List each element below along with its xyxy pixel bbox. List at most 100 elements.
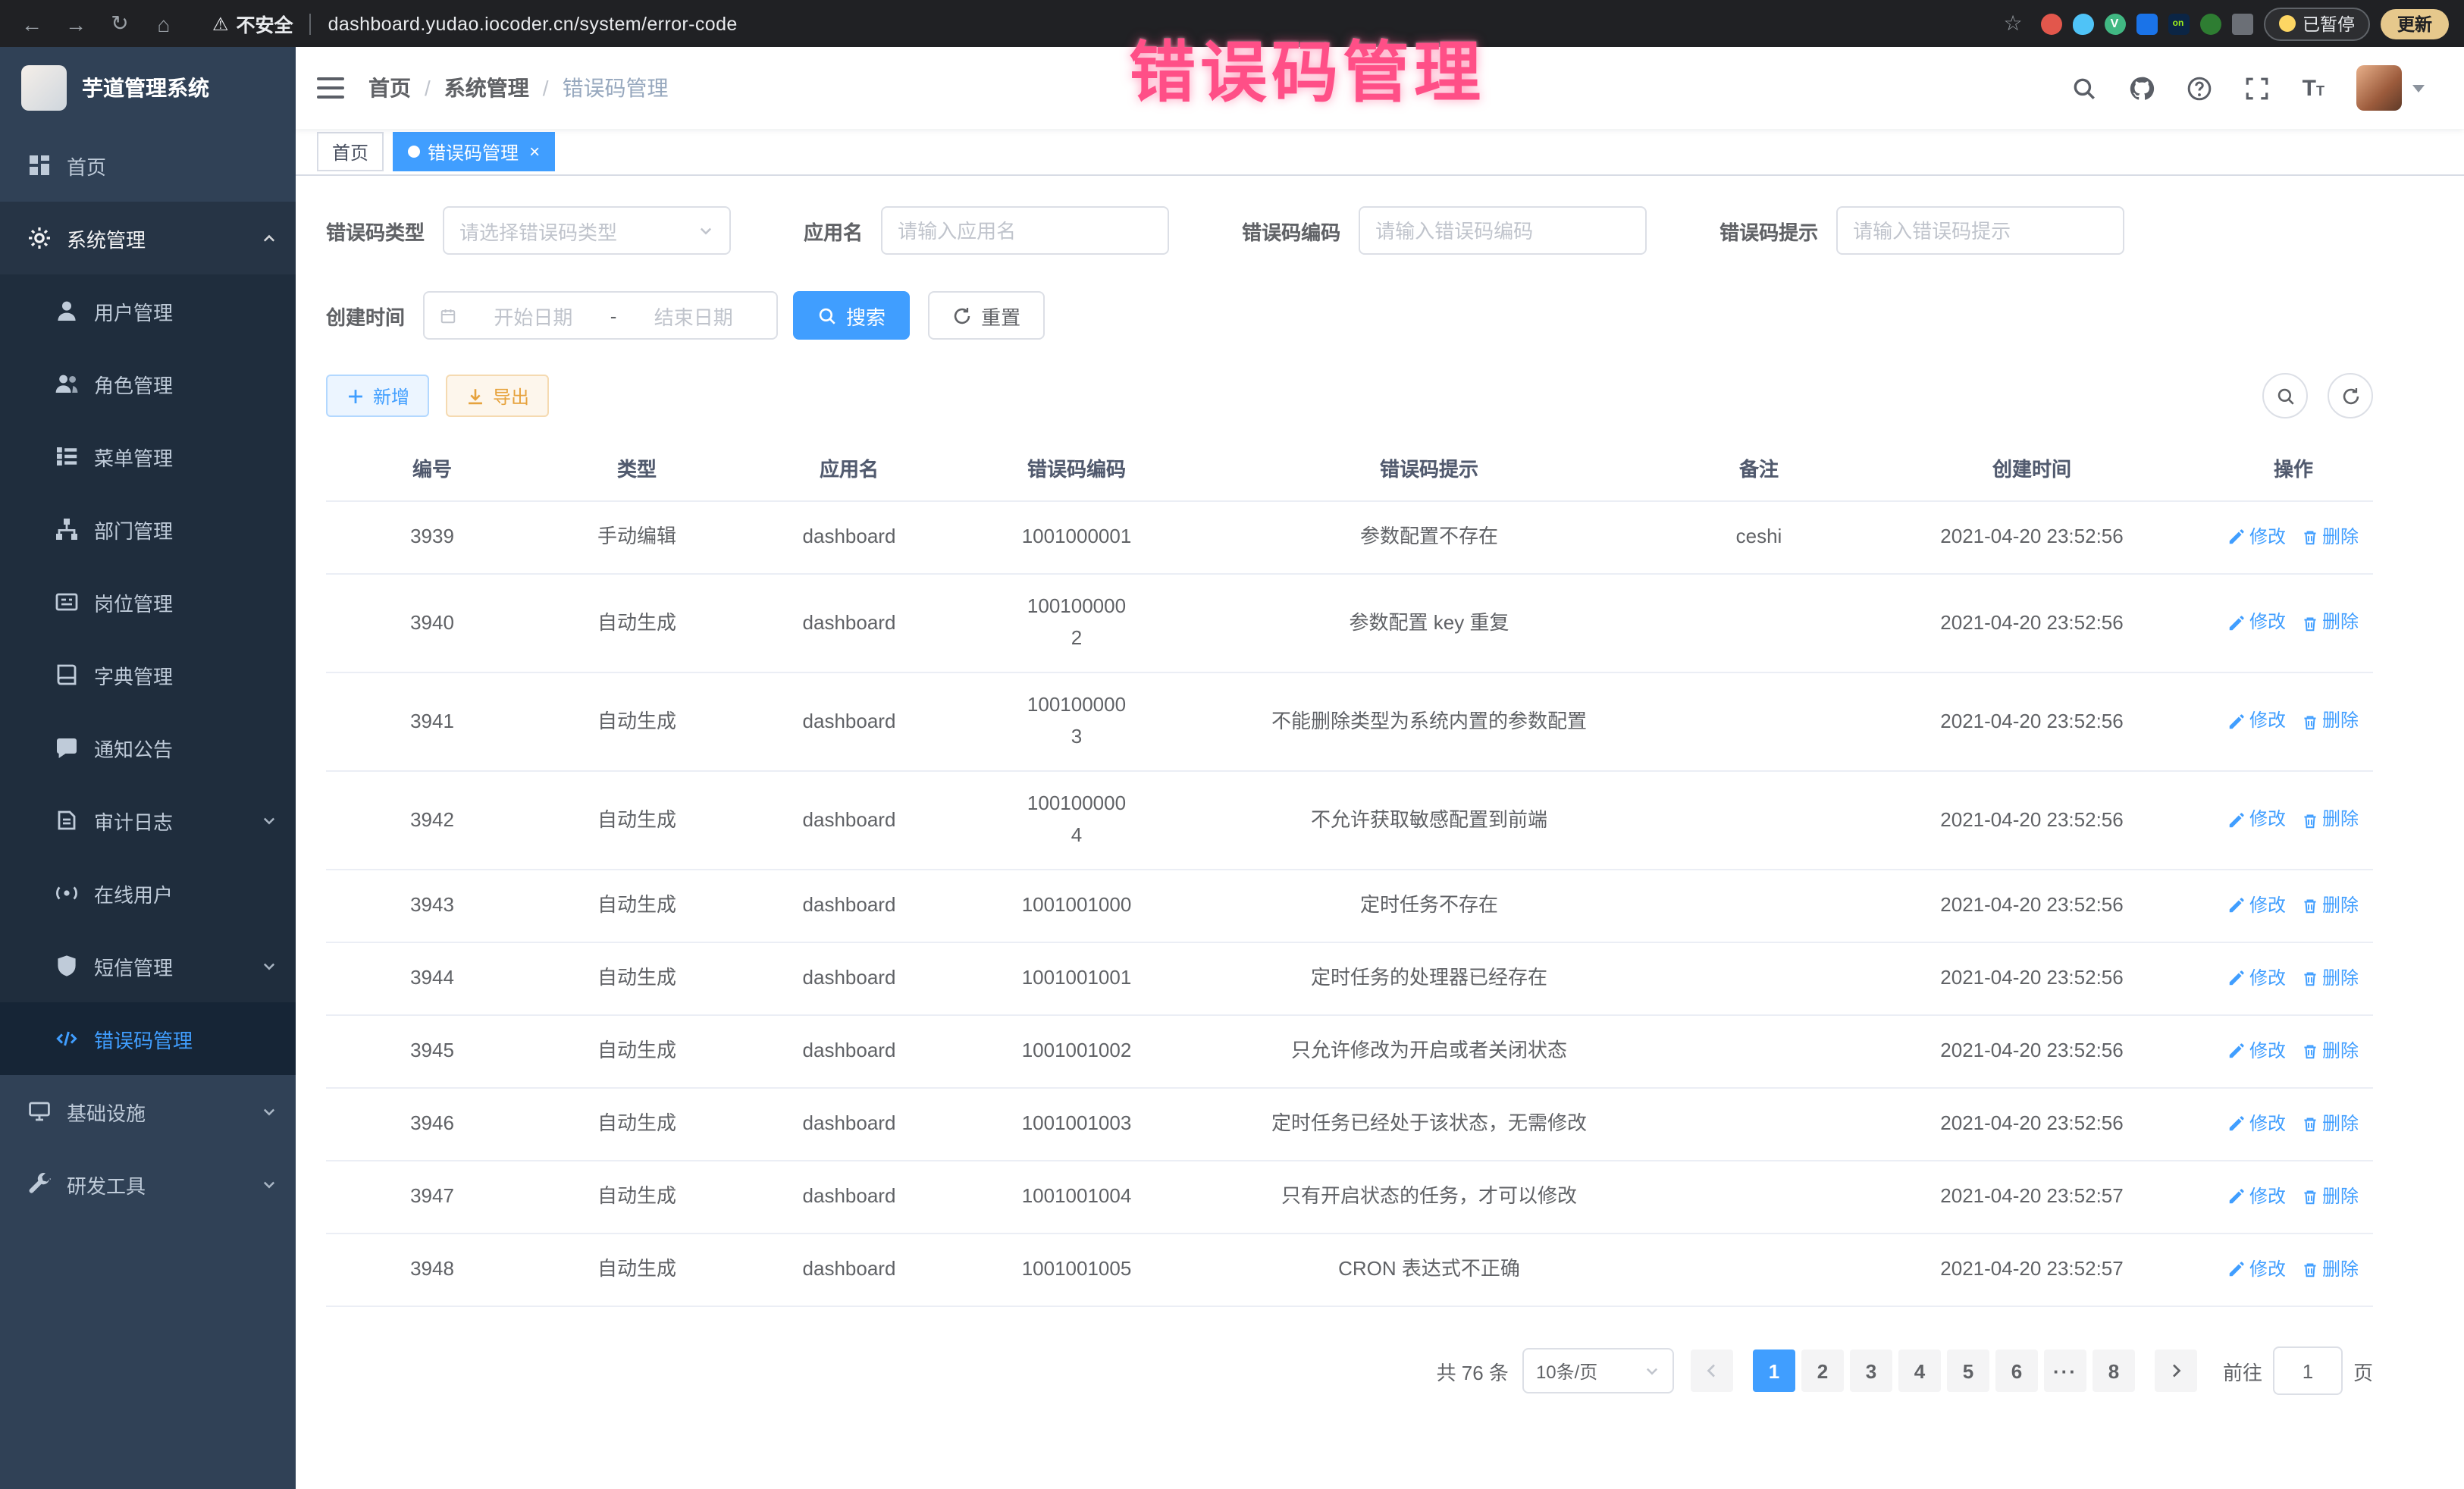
breadcrumb-system[interactable]: 系统管理 xyxy=(444,73,529,103)
sidebar-item-user-management[interactable]: 用户管理 xyxy=(0,274,296,347)
cell-hint: 参数配置不存在 xyxy=(1190,513,1668,563)
edit-link[interactable]: 修改 xyxy=(2228,1110,2286,1139)
logo[interactable]: 芋道管理系统 xyxy=(0,47,296,129)
sidebar-item-sms-management[interactable]: 短信管理 xyxy=(0,929,296,1002)
cell-remark xyxy=(1668,1115,1850,1133)
edit-link[interactable]: 修改 xyxy=(2228,1037,2286,1066)
sidebar-item-infrastructure[interactable]: 基础设施 xyxy=(0,1075,296,1148)
cell-app: dashboard xyxy=(735,881,963,931)
tab-error-code[interactable]: 错误码管理× xyxy=(393,132,555,171)
sidebar-item-dev-tools[interactable]: 研发工具 xyxy=(0,1148,296,1221)
delete-link[interactable]: 删除 xyxy=(2301,1183,2359,1212)
extension-icon[interactable] xyxy=(2168,13,2189,34)
tab-home[interactable]: 首页 xyxy=(317,132,384,171)
table-row: 3940自动生成dashboard1001000002参数配置 key 重复20… xyxy=(326,575,2373,673)
sidebar-item-error-code-management[interactable]: 错误码管理 xyxy=(0,1002,296,1075)
page-3-button[interactable]: 3 xyxy=(1850,1350,1892,1392)
add-label: 新增 xyxy=(373,383,409,409)
delete-link[interactable]: 删除 xyxy=(2301,1255,2359,1284)
extension-icon[interactable] xyxy=(2199,13,2221,34)
page-size-select[interactable]: 10条/页 xyxy=(1522,1348,1674,1393)
reset-button[interactable]: 重置 xyxy=(928,291,1045,340)
user-menu[interactable] xyxy=(2356,65,2425,111)
edit-link[interactable]: 修改 xyxy=(2228,1255,2286,1284)
edit-link[interactable]: 修改 xyxy=(2228,609,2286,638)
col-id: 编号 xyxy=(412,454,452,486)
update-button[interactable]: 更新 xyxy=(2381,8,2449,39)
font-size-icon[interactable] xyxy=(2303,77,2324,99)
search-button[interactable]: 搜索 xyxy=(793,291,910,340)
sidebar-item-menu-management[interactable]: 菜单管理 xyxy=(0,420,296,493)
close-icon[interactable]: × xyxy=(529,143,540,161)
edit-link[interactable]: 修改 xyxy=(2228,1183,2286,1212)
sidebar-item-post-management[interactable]: 岗位管理 xyxy=(0,566,296,638)
page-8-button[interactable]: 8 xyxy=(2093,1350,2135,1392)
github-icon[interactable] xyxy=(2130,75,2155,101)
add-button[interactable]: 新增 xyxy=(326,375,429,417)
export-button[interactable]: 导出 xyxy=(446,375,549,417)
delete-link[interactable]: 删除 xyxy=(2301,892,2359,920)
edit-link[interactable]: 修改 xyxy=(2228,892,2286,920)
next-page-button[interactable] xyxy=(2155,1350,2197,1392)
hamburger-icon[interactable] xyxy=(317,77,344,99)
fullscreen-icon[interactable] xyxy=(2245,75,2271,101)
delete-link[interactable]: 删除 xyxy=(2301,806,2359,835)
edit-link[interactable]: 修改 xyxy=(2228,523,2286,552)
security-indicator[interactable]: ⚠ 不安全 xyxy=(212,9,293,38)
delete-link[interactable]: 删除 xyxy=(2301,707,2359,736)
edit-link[interactable]: 修改 xyxy=(2228,964,2286,993)
extension-icon[interactable] xyxy=(2072,13,2093,34)
pager-more-button[interactable]: ··· xyxy=(2044,1350,2086,1392)
extension-icon[interactable] xyxy=(2040,13,2061,34)
back-button[interactable]: ← xyxy=(15,7,49,40)
header-search-icon[interactable] xyxy=(2072,75,2098,101)
delete-link[interactable]: 删除 xyxy=(2301,609,2359,638)
toggle-search-button[interactable] xyxy=(2262,373,2308,418)
search-icon xyxy=(817,306,837,325)
delete-link[interactable]: 删除 xyxy=(2301,1037,2359,1066)
breadcrumb-home[interactable]: 首页 xyxy=(368,73,411,103)
sidebar-item-role-management[interactable]: 角色管理 xyxy=(0,347,296,420)
forward-button[interactable]: → xyxy=(59,7,92,40)
error-type-select[interactable]: 请选择错误码类型 xyxy=(443,206,731,255)
error-hint-input[interactable] xyxy=(1836,206,2124,255)
error-code-input[interactable] xyxy=(1359,206,1647,255)
sidebar-item-online-user[interactable]: 在线用户 xyxy=(0,857,296,929)
date-range-picker[interactable]: 开始日期 - 结束日期 xyxy=(423,291,778,340)
page-4-button[interactable]: 4 xyxy=(1898,1350,1941,1392)
delete-link[interactable]: 删除 xyxy=(2301,964,2359,993)
page-2-button[interactable]: 2 xyxy=(1801,1350,1844,1392)
sidebar-item-dict-management[interactable]: 字典管理 xyxy=(0,638,296,711)
app-name-input[interactable] xyxy=(881,206,1169,255)
sidebar-item-dept-management[interactable]: 部门管理 xyxy=(0,493,296,566)
help-icon[interactable] xyxy=(2187,75,2213,101)
error-code-label: 错误码编码 xyxy=(1242,216,1340,245)
trash-icon xyxy=(2301,1116,2318,1133)
bookmark-star-icon[interactable]: ☆ xyxy=(1996,7,2030,40)
reload-button[interactable]: ↻ xyxy=(103,7,136,40)
paused-badge[interactable]: 已暂停 xyxy=(2263,7,2370,40)
delete-link[interactable]: 删除 xyxy=(2301,523,2359,552)
page-1-button[interactable]: 1 xyxy=(1753,1350,1795,1392)
sidebar-item-audit-log[interactable]: 审计日志 xyxy=(0,784,296,857)
extensions-pin-icon[interactable] xyxy=(2231,13,2252,34)
sidebar-item-home[interactable]: 首页 xyxy=(0,129,296,202)
page-6-button[interactable]: 6 xyxy=(1995,1350,2038,1392)
table-row: 3946自动生成dashboard1001001003定时任务已经处于该状态，无… xyxy=(326,1089,2373,1161)
url-text[interactable]: dashboard.yudao.iocoder.cn/system/error-… xyxy=(328,13,738,34)
sidebar-item-notice[interactable]: 通知公告 xyxy=(0,711,296,784)
page-content: 错误码类型 请选择错误码类型 应用名 错误码编码 xyxy=(296,176,2464,1489)
pager-pages: 123456···8 xyxy=(1750,1350,2138,1392)
extension-icon[interactable] xyxy=(2136,13,2157,34)
page-5-button[interactable]: 5 xyxy=(1947,1350,1989,1392)
delete-link[interactable]: 删除 xyxy=(2301,1110,2359,1139)
prev-page-button[interactable] xyxy=(1691,1350,1733,1392)
vue-devtools-extension-icon[interactable] xyxy=(2104,13,2125,34)
goto-page-input[interactable] xyxy=(2273,1346,2343,1395)
home-button[interactable]: ⌂ xyxy=(147,7,180,40)
refresh-table-button[interactable] xyxy=(2328,373,2373,418)
sidebar-item-system-management[interactable]: 系统管理 xyxy=(0,202,296,274)
edit-link[interactable]: 修改 xyxy=(2228,806,2286,835)
infra-icon xyxy=(27,1099,52,1124)
edit-link[interactable]: 修改 xyxy=(2228,707,2286,736)
